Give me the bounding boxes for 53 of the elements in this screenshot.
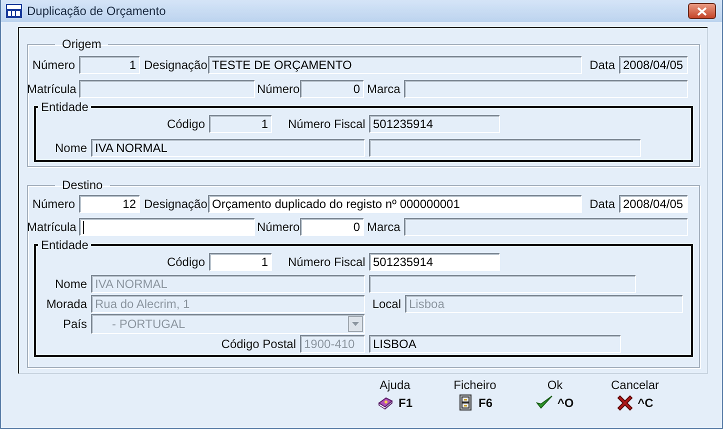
- group-title: Entidade: [40, 239, 90, 251]
- group-title: Destino: [61, 179, 104, 191]
- input-field[interactable]: [369, 139, 641, 157]
- app-icon: [6, 4, 22, 18]
- field-label: Local: [372, 297, 401, 311]
- cancel-button[interactable]: Cancelar ^C: [595, 378, 675, 411]
- input-field[interactable]: [369, 275, 636, 293]
- field-label: Número: [31, 58, 75, 72]
- input-field[interactable]: 0: [300, 218, 364, 236]
- close-button[interactable]: [688, 3, 716, 19]
- field-label: País: [62, 317, 87, 331]
- field-label: Nome: [54, 277, 87, 291]
- field-label: Marca: [367, 220, 400, 234]
- ok-button[interactable]: Ok ^O: [515, 378, 595, 411]
- input-field[interactable]: [79, 80, 255, 98]
- input-field[interactable]: 1: [209, 115, 272, 133]
- input-field[interactable]: Orçamento duplicado do registo nº 000000001: [208, 195, 582, 213]
- file-button[interactable]: Ficheiro F6: [435, 378, 515, 411]
- input-field[interactable]: [404, 218, 688, 236]
- field-label: Número Fiscal: [288, 117, 365, 131]
- input-field[interactable]: IVA NORMAL: [91, 139, 365, 157]
- close-icon: [697, 6, 707, 16]
- input-field[interactable]: 2008/04/05: [619, 195, 688, 213]
- input-field[interactable]: 1: [209, 253, 272, 271]
- field-label: Matrícula: [27, 82, 75, 96]
- field-label: Matrícula: [27, 220, 75, 234]
- field-label: Nome: [54, 141, 87, 155]
- field-label: Morada: [45, 297, 87, 311]
- help-button[interactable]: Ajuda F1: [355, 378, 435, 411]
- input-field[interactable]: [79, 218, 255, 236]
- input-field[interactable]: 501235914: [369, 253, 500, 271]
- checkmark-icon: [536, 394, 554, 411]
- group-title: Entidade: [40, 101, 90, 113]
- input-field[interactable]: 501235914: [369, 115, 500, 133]
- field-label: Número: [31, 197, 75, 211]
- field-label: Data: [588, 58, 615, 72]
- input-field[interactable]: LISBOA: [369, 335, 621, 353]
- field-label: Código Postal: [220, 337, 296, 351]
- field-label: Marca: [367, 82, 400, 96]
- window-title: Duplicação de Orçamento: [27, 4, 167, 18]
- input-field[interactable]: 1: [79, 56, 140, 74]
- field-label: Número Fiscal: [288, 255, 365, 269]
- field-label: Código: [166, 255, 205, 269]
- field-label: Código: [166, 117, 205, 131]
- cancel-icon: [616, 394, 634, 411]
- input-field[interactable]: 0: [300, 80, 364, 98]
- group-title: Origem: [61, 38, 102, 50]
- input-field[interactable]: [404, 80, 688, 98]
- file-cabinet-icon: [457, 394, 474, 411]
- input-field[interactable]: 12: [79, 195, 140, 213]
- field-label: Data: [588, 197, 615, 211]
- input-field[interactable]: TESTE DE ORÇAMENTO: [208, 56, 582, 74]
- input-field[interactable]: 2008/04/05: [619, 56, 688, 74]
